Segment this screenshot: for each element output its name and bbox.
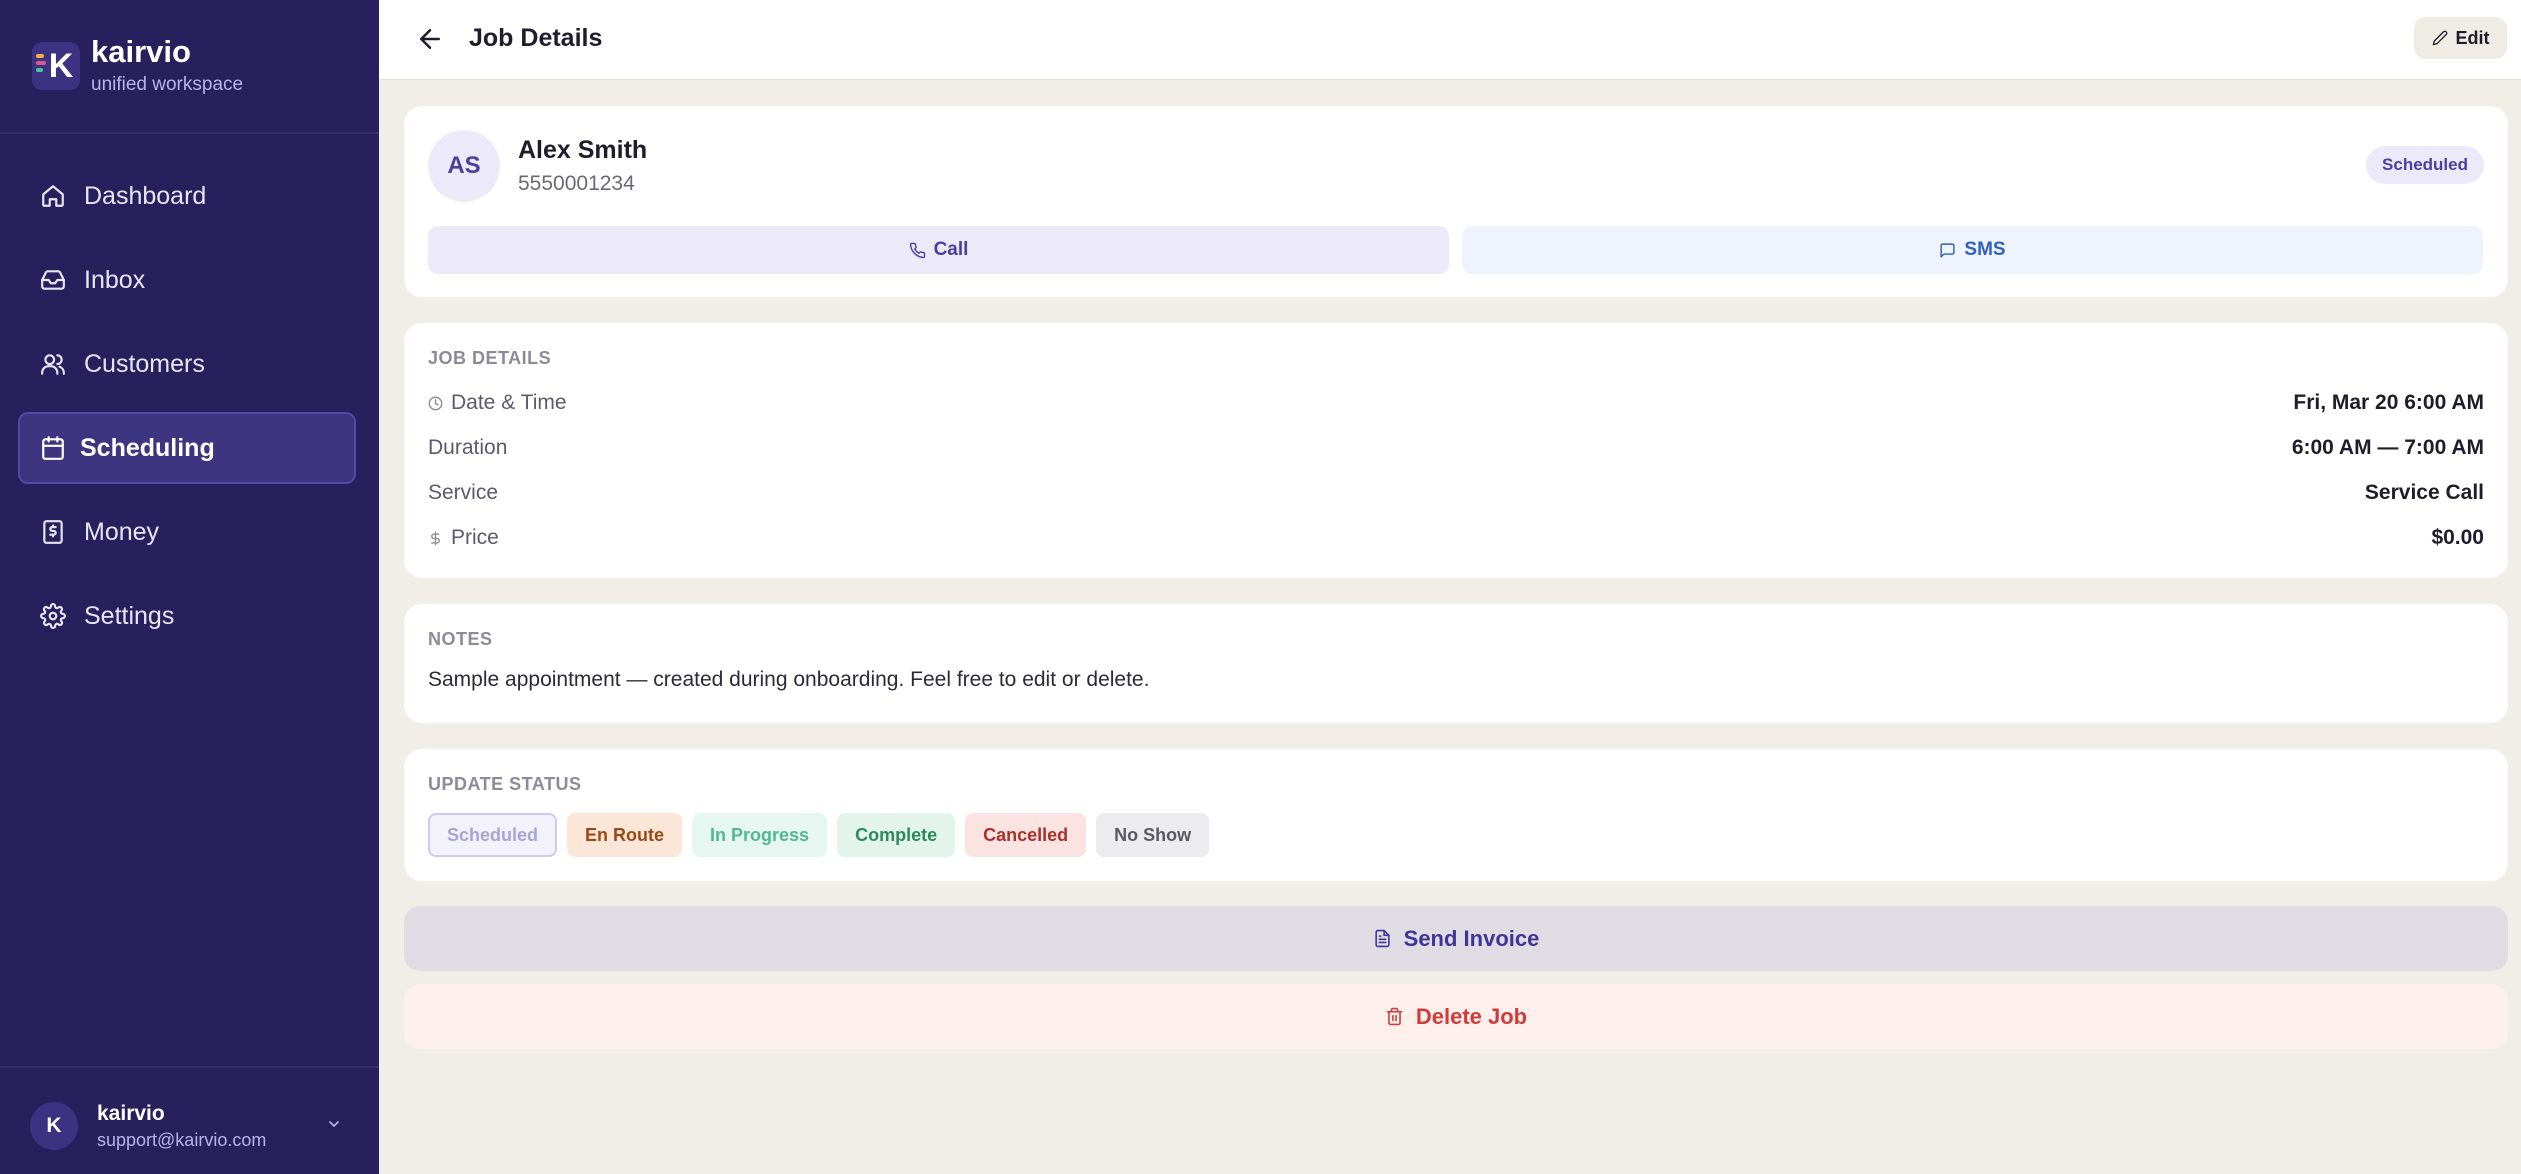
send-invoice-button[interactable]: Send Invoice (404, 906, 2508, 971)
delete-job-label: Delete Job (1415, 1003, 1528, 1029)
sidebar-item-label: Settings (84, 601, 175, 630)
sms-button[interactable]: SMS (1462, 226, 2483, 274)
customer-card: AS Alex Smith 5550001234 Scheduled Call … (404, 106, 2508, 297)
status-option-scheduled[interactable]: Scheduled (428, 813, 558, 857)
inbox-icon (40, 267, 66, 293)
trash-icon (1386, 1007, 1403, 1026)
page-header: Job Details Edit (379, 0, 2521, 80)
sidebar-nav: Dashboard Inbox Customers Scheduling Mon… (18, 160, 356, 664)
customer-phone: 5550001234 (518, 172, 635, 195)
phone-icon (909, 242, 925, 258)
clock-icon (428, 396, 443, 410)
detail-label-service: Service (428, 481, 499, 504)
sidebar-item-label: Scheduling (80, 433, 215, 462)
status-option-no-show[interactable]: No Show (1096, 813, 1210, 857)
brand: K kairvio unified workspace (0, 0, 379, 134)
customer-name: Alex Smith (518, 136, 648, 164)
sidebar: K kairvio unified workspace Dashboard In… (0, 0, 379, 1174)
back-arrow-icon[interactable] (415, 24, 445, 54)
status-option-cancelled[interactable]: Cancelled (965, 813, 1087, 857)
section-label: UPDATE STATUS (428, 774, 582, 794)
message-icon (1940, 242, 1955, 258)
edit-label: Edit (2455, 27, 2490, 48)
detail-value-service: Service Call (2364, 481, 2484, 504)
sidebar-item-label: Inbox (84, 265, 146, 294)
user-email: support@kairvio.com (97, 1130, 267, 1150)
sidebar-item-money[interactable]: Money (18, 496, 356, 568)
detail-value-duration: 6:00 AM — 7:00 AM (2291, 436, 2484, 459)
customer-avatar: AS (428, 130, 500, 202)
sidebar-item-label: Customers (84, 349, 205, 378)
document-icon (1375, 929, 1390, 948)
sidebar-item-customers[interactable]: Customers (18, 328, 356, 400)
send-invoice-label: Send Invoice (1403, 925, 1540, 951)
brand-name: kairvio (91, 34, 191, 69)
brand-logo: K (32, 42, 80, 90)
users-icon (40, 351, 66, 377)
section-label: NOTES (428, 629, 493, 649)
delete-job-button[interactable]: Delete Job (404, 984, 2508, 1049)
calendar-icon (40, 435, 66, 461)
brand-tagline: unified workspace (91, 74, 244, 95)
status-option-in-progress[interactable]: In Progress (692, 813, 828, 857)
detail-label-duration: Duration (428, 436, 508, 459)
chevron-down-icon[interactable] (326, 1116, 342, 1132)
sidebar-item-dashboard[interactable]: Dashboard (18, 160, 356, 232)
user-name: kairvio (97, 1102, 165, 1125)
avatar: K (30, 1102, 78, 1150)
edit-button[interactable]: Edit (2414, 17, 2507, 59)
receipt-icon (40, 519, 66, 545)
update-status-card: UPDATE STATUS Scheduled En Route In Prog… (404, 749, 2508, 881)
sidebar-item-inbox[interactable]: Inbox (18, 244, 356, 316)
sidebar-item-label: Money (84, 517, 160, 546)
page-title: Job Details (469, 24, 603, 52)
user-menu[interactable]: K kairvio support@kairvio.com (0, 1066, 379, 1174)
status-options: Scheduled En Route In Progress Complete … (428, 813, 1219, 857)
notes-text: Sample appointment — created during onbo… (428, 668, 1150, 691)
sidebar-item-scheduling[interactable]: Scheduling (18, 412, 356, 484)
status-option-en-route[interactable]: En Route (567, 813, 683, 857)
logo-stripes (36, 54, 46, 78)
detail-label-price: Price (428, 526, 499, 550)
dollar-icon (431, 531, 440, 545)
sms-label: SMS (1964, 239, 2006, 260)
detail-label-date-time: Date & Time (428, 391, 567, 415)
status-badge: Scheduled (2366, 146, 2484, 184)
sidebar-item-settings[interactable]: Settings (18, 580, 356, 652)
detail-value-price: $0.00 (2431, 526, 2484, 549)
section-label: JOB DETAILS (428, 348, 552, 368)
notes-card: NOTES Sample appointment — created durin… (404, 604, 2508, 723)
gear-icon (40, 603, 66, 629)
detail-value-date-time: Fri, Mar 20 6:00 AM (2293, 391, 2484, 414)
status-option-complete[interactable]: Complete (837, 813, 956, 857)
call-label: Call (933, 239, 969, 260)
home-icon (40, 183, 66, 209)
pencil-icon (2432, 30, 2447, 46)
job-details-card: JOB DETAILS Date & Time Fri, Mar 20 6:00… (404, 323, 2508, 578)
call-button[interactable]: Call (428, 226, 1449, 274)
sidebar-item-label: Dashboard (84, 181, 207, 210)
